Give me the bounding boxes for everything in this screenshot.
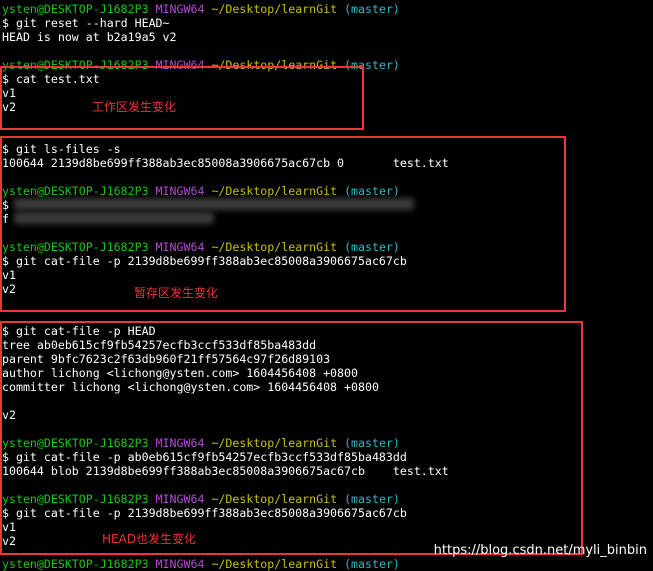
prompt-line: ysten@DESKTOP-J1682P3 MINGW64 ~/Desktop/… xyxy=(2,2,400,16)
watermark: https://blog.csdn.net/myli_binbin xyxy=(433,543,647,558)
annotation-working-dir: 工作区发生变化 xyxy=(92,100,177,114)
prompt-line: ysten@DESKTOP-J1682P3 MINGW64 ~/Desktop/… xyxy=(2,557,400,571)
highlight-box-head xyxy=(0,321,583,555)
highlight-box-working-dir xyxy=(0,66,364,130)
command-line: $ git reset --hard HEAD~ xyxy=(2,16,170,30)
output-line: HEAD is now at b2a19a5 v2 xyxy=(2,30,177,44)
annotation-head: HEAD也发生变化 xyxy=(102,532,197,546)
highlight-box-staging xyxy=(0,136,566,312)
annotation-staging: 暂存区发生变化 xyxy=(134,286,219,300)
